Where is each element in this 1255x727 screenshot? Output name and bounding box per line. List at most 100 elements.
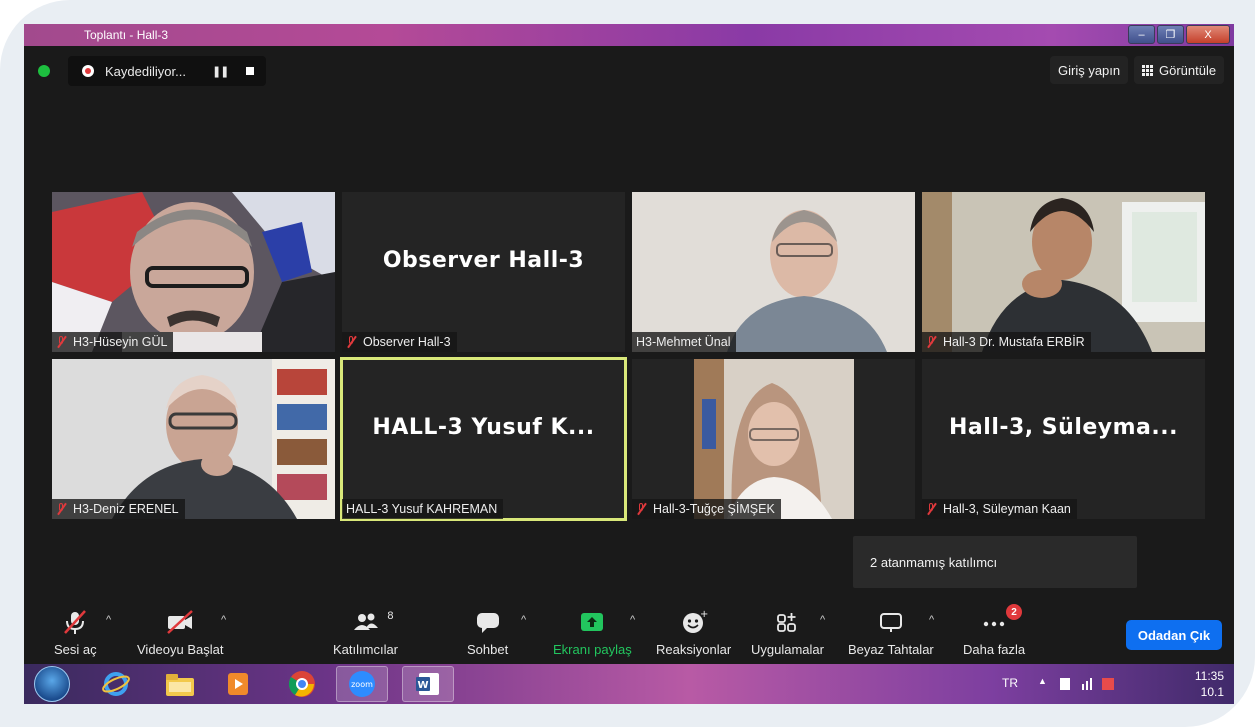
screen-frame: Toplantı - Hall-3 – ❐ X Kaydediliyor... … — [0, 0, 1255, 727]
maximize-button[interactable]: ❐ — [1157, 25, 1184, 44]
language-indicator[interactable]: TR — [1002, 676, 1018, 690]
participant-name: Hall-3-Tuğçe ŞİMŞEK — [653, 502, 775, 516]
whiteboards-button[interactable]: Beyaz Tahtalar — [848, 608, 934, 657]
participant-name-tag: H3-Hüseyin GÜL — [52, 332, 174, 352]
video-options-caret[interactable]: ^ — [221, 614, 226, 626]
participant-name-tag: HALL-3 Yusuf KAHREMAN — [342, 499, 504, 519]
stop-recording-icon[interactable] — [246, 67, 255, 75]
minimize-button[interactable]: – — [1128, 25, 1155, 44]
video-tile-tugce[interactable]: Hall-3-Tuğçe ŞİMŞEK — [632, 359, 915, 519]
video-tile-yusuf[interactable]: HALL-3 Yusuf K... HALL-3 Yusuf KAHREMAN — [340, 357, 627, 521]
video-off-icon — [165, 608, 195, 636]
media-player-icon[interactable] — [212, 666, 264, 702]
participant-display-name: HALL-3 Yusuf K... — [372, 414, 595, 440]
share-screen-icon — [578, 608, 606, 636]
participant-name-tag: Hall-3 Dr. Mustafa ERBİR — [922, 332, 1091, 352]
share-screen-label: Ekranı paylaş — [553, 642, 632, 657]
participant-name-tag: Hall-3-Tuğçe ŞİMŞEK — [632, 499, 781, 519]
video-tile-mehmet[interactable]: H3-Mehmet Ünal — [632, 192, 915, 352]
view-button[interactable]: Görüntüle — [1134, 56, 1225, 84]
unassigned-participants-tooltip: 2 atanmamış katılımcı — [853, 536, 1137, 588]
participant-name: H3-Hüseyin GÜL — [73, 335, 168, 349]
tray-expand-icon[interactable]: ▲ — [1038, 676, 1047, 686]
participant-name: HALL-3 Yusuf KAHREMAN — [346, 502, 498, 516]
unmute-label: Sesi aç — [54, 642, 97, 657]
muted-mic-icon — [926, 503, 937, 515]
chrome-icon[interactable] — [276, 666, 328, 702]
participant-video — [52, 192, 335, 352]
clock[interactable]: 11:35 10.1 — [1154, 668, 1224, 700]
pause-recording-icon[interactable]: ❚❚ — [212, 65, 229, 78]
start-video-button[interactable]: Videoyu Başlat — [137, 608, 224, 657]
apps-button[interactable]: Uygulamalar — [751, 608, 824, 657]
more-label: Daha fazla — [963, 642, 1026, 657]
video-tile-deniz[interactable]: H3-Deniz ERENEL — [52, 359, 335, 519]
chat-button[interactable]: Sohbet — [467, 608, 508, 657]
more-button[interactable]: 2 Daha fazla — [963, 604, 1026, 657]
word-icon[interactable]: W — [402, 666, 454, 702]
participant-video — [52, 359, 335, 519]
audio-options-caret[interactable]: ^ — [106, 614, 111, 626]
video-tile-observer[interactable]: Observer Hall-3 Observer Hall-3 — [342, 192, 625, 352]
meeting-toolbar: Sesi aç ^ Videoyu Başlat ^ 8 Katılımcıla… — [24, 602, 1234, 664]
close-button[interactable]: X — [1186, 25, 1230, 44]
window-controls: – ❐ X — [1128, 25, 1230, 44]
muted-mic-icon — [926, 336, 937, 348]
tray-icons[interactable] — [1058, 676, 1118, 692]
svg-text:W: W — [417, 680, 428, 691]
share-screen-button[interactable]: Ekranı paylaş — [553, 608, 632, 657]
muted-mic-icon — [636, 503, 647, 515]
muted-mic-icon — [56, 336, 67, 348]
unmute-button[interactable]: Sesi aç — [54, 608, 97, 657]
leave-room-button[interactable]: Odadan Çık — [1126, 620, 1222, 650]
participant-display-name: Observer Hall-3 — [382, 247, 585, 273]
participant-name: Hall-3 Dr. Mustafa ERBİR — [943, 335, 1085, 349]
participant-video — [632, 359, 915, 519]
window-titlebar: Toplantı - Hall-3 – ❐ X — [24, 24, 1234, 46]
reactions-label: Reaksiyonlar — [656, 642, 732, 657]
grid-view-icon — [1142, 64, 1153, 76]
windows-taskbar: zoom W TR ▲ 11:35 10.1 — [24, 664, 1234, 704]
apps-options-caret[interactable]: ^ — [820, 614, 825, 626]
clock-date: 10.1 — [1200, 685, 1224, 699]
share-options-caret[interactable]: ^ — [630, 614, 635, 626]
participant-name: Hall-3, Süleyman Kaan — [943, 502, 1071, 516]
participants-button[interactable]: 8 Katılımcılar — [333, 608, 398, 657]
internet-explorer-icon[interactable] — [90, 666, 142, 702]
participant-name-tag: H3-Mehmet Ünal — [632, 332, 737, 352]
svg-text:+: + — [700, 609, 708, 620]
reactions-button[interactable]: + Reaksiyonlar — [656, 608, 731, 657]
recording-label: Kaydediliyor... — [105, 63, 186, 79]
zoom-app-icon[interactable]: zoom — [336, 666, 388, 702]
participant-name: H3-Mehmet Ünal — [636, 335, 731, 349]
video-tile-suleyman[interactable]: Hall-3, Süleyma... Hall-3, Süleyman Kaan — [922, 359, 1205, 519]
file-explorer-icon[interactable] — [154, 666, 206, 702]
apps-icon — [774, 608, 800, 636]
chat-options-caret[interactable]: ^ — [521, 614, 526, 626]
sign-in-button[interactable]: Giriş yapın — [1050, 56, 1129, 84]
participants-count: 8 — [387, 610, 394, 622]
whiteboard-icon — [877, 608, 905, 636]
participant-name-tag: H3-Deniz ERENEL — [52, 499, 185, 519]
participant-video — [922, 192, 1205, 352]
video-tile-huseyin[interactable]: H3-Hüseyin GÜL — [52, 192, 335, 352]
recording-indicator: Kaydediliyor... ❚❚ — [68, 56, 266, 86]
security-shield-icon[interactable] — [38, 65, 50, 77]
participant-name: Observer Hall-3 — [363, 335, 451, 349]
participants-icon: 8 — [352, 608, 394, 636]
whiteboard-options-caret[interactable]: ^ — [929, 614, 934, 626]
svg-text:zoom: zoom — [351, 680, 373, 689]
participant-name: H3-Deniz ERENEL — [73, 502, 179, 516]
participants-label: Katılımcılar — [333, 642, 399, 657]
clock-time: 11:35 — [1194, 669, 1224, 683]
participant-name-tag: Hall-3, Süleyman Kaan — [922, 499, 1077, 519]
video-tile-mustafa[interactable]: Hall-3 Dr. Mustafa ERBİR — [922, 192, 1205, 352]
whiteboards-label: Beyaz Tahtalar — [848, 642, 934, 657]
windows-start-button[interactable] — [34, 666, 70, 702]
chat-icon — [475, 608, 501, 636]
chat-label: Sohbet — [467, 642, 509, 657]
participant-video — [632, 192, 915, 352]
apps-label: Uygulamalar — [751, 642, 824, 657]
view-label: Görüntüle — [1159, 62, 1217, 78]
start-video-label: Videoyu Başlat — [137, 642, 224, 657]
